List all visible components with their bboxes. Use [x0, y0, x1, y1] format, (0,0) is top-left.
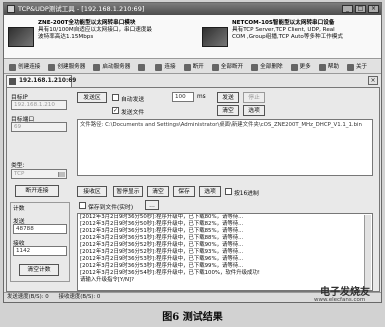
- pause-display-button[interactable]: 暂停显示: [113, 186, 143, 197]
- receive-line: [2012年3月2日9时36分51秒]:程序升级中，已下载88%，请等待...: [80, 235, 244, 241]
- unplug-icon: [183, 64, 191, 71]
- count-label: 计数: [13, 206, 25, 212]
- clear-count-button[interactable]: 清空计数: [19, 264, 59, 276]
- banner-right-ad[interactable]: NETCOM-10S智能型以太网转串口设备 具有TCP Server,TCP C…: [232, 20, 343, 41]
- watermark-logo: 电子发烧友 www.elecfans.com: [300, 283, 380, 309]
- disconnect-connection-button[interactable]: 断开连接: [15, 185, 59, 197]
- save-to-file-checkbox[interactable]: [79, 202, 86, 209]
- banner-left-ad[interactable]: ZNE-200T全功能型以太网转串口模块 具有10/100M自适应以太网接口，串…: [38, 20, 152, 41]
- target-ip-field[interactable]: 192.168.1.210: [11, 100, 67, 110]
- sent-count-field: 48788: [13, 224, 67, 234]
- send-file-checkbox[interactable]: ✓: [112, 107, 119, 114]
- netcom-10s-product-image: [202, 27, 228, 47]
- help-button[interactable]: 帮助: [317, 61, 343, 72]
- send-file-label: 发送文件: [121, 110, 145, 116]
- disconnect-all-icon: [211, 64, 219, 71]
- receive-area-button[interactable]: 接收区: [77, 186, 107, 197]
- close-tab-button[interactable]: ×: [368, 76, 378, 85]
- disconnect-all-button[interactable]: 全部断开: [210, 61, 247, 72]
- receive-text-area[interactable]: [2012年3月2日9时36分50秒]:程序升级中，已下载80%，请等待... …: [77, 213, 373, 291]
- toolbar-icon-button[interactable]: [136, 61, 151, 72]
- more-button[interactable]: 更多: [289, 61, 315, 72]
- create-server-button[interactable]: 创建服务器: [46, 61, 89, 72]
- zne-200t-product-image: [8, 27, 34, 47]
- server-icon: [48, 64, 56, 71]
- receive-line: [2012年3月2日9时36分50秒]:程序升级中，已下载80%，请等待...: [80, 214, 244, 220]
- disconnect-button[interactable]: 断开: [182, 61, 208, 72]
- toolbar: 创建连接 创建服务器 启动服务器 连接 断开 全部断开 全部删除 更多 帮助 关…: [4, 60, 381, 74]
- receive-line: [2012年3月2日9时36分52秒]:程序升级中，已下载90%，请等待...: [80, 242, 244, 248]
- create-connection-button[interactable]: 创建连接: [7, 61, 44, 72]
- interval-field[interactable]: 100: [172, 92, 194, 102]
- receive-line: [2012年3月2日9时36分52秒]:程序升级中，已下载93%，请等待...: [80, 249, 244, 255]
- window-title: TCP&UDP测试工具 - [192.168.1.210:69]: [18, 5, 145, 13]
- send-text-area[interactable]: 文件路径: C:\Documents and Settings\Administ…: [77, 119, 373, 176]
- browse-file-button[interactable]: …: [145, 200, 159, 210]
- advert-banner: ZNE-200T全功能型以太网转串口模块 具有10/100M自适应以太网接口，串…: [4, 15, 381, 59]
- auto-send-label: 自动发送: [121, 97, 145, 103]
- receive-options-button[interactable]: 选项: [199, 186, 221, 197]
- receive-scrollbar[interactable]: [364, 215, 371, 290]
- start-server-button[interactable]: 启动服务器: [91, 61, 134, 72]
- tab-connection[interactable]: 192.168.1.210:69: [6, 75, 76, 87]
- auto-send-checkbox[interactable]: [112, 94, 119, 101]
- send-button[interactable]: 发送: [217, 92, 239, 103]
- target-port-field[interactable]: 69: [11, 122, 67, 132]
- stop-icon: [138, 64, 146, 71]
- more-icon: [290, 64, 298, 71]
- clear-send-button[interactable]: 清空: [217, 105, 239, 116]
- type-label: 类型:: [11, 163, 25, 169]
- delete-all-button[interactable]: 全部删除: [249, 61, 286, 72]
- connect-button[interactable]: 连接: [153, 61, 179, 72]
- connection-tab-icon: [9, 78, 16, 85]
- interval-unit: ms: [197, 94, 206, 100]
- received-count-field: 1142: [13, 246, 67, 256]
- delete-icon: [251, 64, 259, 71]
- watermark-text: 电子发烧友: [320, 287, 370, 298]
- help-icon: [318, 64, 326, 71]
- save-to-file-label: 保存到文件(实时): [88, 205, 134, 211]
- info-icon: [346, 64, 354, 71]
- hex-display-checkbox[interactable]: [225, 188, 232, 195]
- title-bar: TCP&UDP测试工具 - [192.168.1.210:69] _ □ ×: [4, 3, 381, 15]
- minimize-button[interactable]: _: [342, 5, 353, 13]
- stop-button[interactable]: 停止: [243, 92, 265, 103]
- maximize-button[interactable]: □: [355, 5, 366, 13]
- hex-display-label: 按16进制: [234, 191, 259, 197]
- plug-icon: [155, 64, 163, 71]
- receive-line: [2012年3月2日9时36分53秒]:程序升级中，已下载96%，请等待...: [80, 256, 244, 262]
- close-window-button[interactable]: ×: [368, 5, 379, 13]
- send-area-button[interactable]: 发送区: [77, 92, 107, 103]
- type-select[interactable]: TCP: [11, 169, 67, 179]
- app-icon: [7, 5, 15, 13]
- receive-line: [2012年3月2日9时36分53秒]:程序升级中，已下载99%，请等待...: [80, 263, 244, 269]
- app-window: TCP&UDP测试工具 - [192.168.1.210:69] _ □ × Z…: [3, 2, 382, 303]
- figure-caption: 图6 测试结果: [162, 312, 223, 323]
- connection-panel: 目标IP 192.168.1.210 目标端口 69 类型: TCP 断开连接 …: [6, 87, 380, 292]
- send-options-button[interactable]: 选项: [243, 105, 265, 116]
- connection-icon: [9, 64, 16, 71]
- clear-receive-button[interactable]: 清空: [147, 186, 169, 197]
- receive-line: [2012年3月2日9时36分51秒]:程序升级中，已下载85%，请等待...: [80, 228, 244, 234]
- receive-line: [2012年3月2日9时36分50秒]:程序升级中，已下载82%，请等待...: [80, 221, 244, 227]
- save-button[interactable]: 保存: [173, 186, 195, 197]
- send-speed-status: 发送速度(B/S): 0: [7, 294, 49, 300]
- watermark-url: www.elecfans.com: [314, 297, 366, 303]
- receive-speed-status: 接收速度(B/S): 0: [58, 294, 101, 300]
- about-button[interactable]: 关于: [345, 61, 371, 72]
- start-icon: [93, 64, 101, 71]
- receive-line: [2012年3月2日9时36分54秒]:程序升级中，已下载100%，软件升级成功…: [80, 270, 260, 276]
